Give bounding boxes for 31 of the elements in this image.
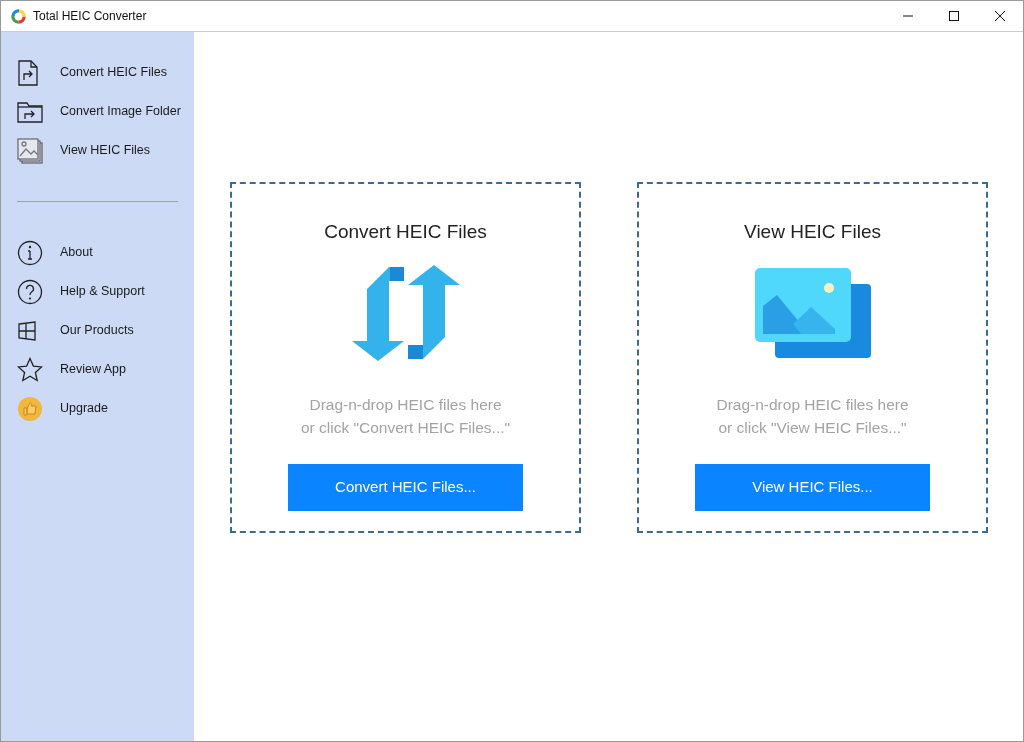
help-icon (17, 278, 43, 305)
sidebar-item[interactable]: Help & Support (1, 272, 194, 311)
drop-zone[interactable]: Convert HEIC Files Drag-n-drop HEIC files here or click "Convert HEIC Files..." Convert HEIC Files... (230, 182, 581, 533)
drop-hint: or click "View HEIC Files..." (718, 417, 907, 438)
sidebar-item[interactable]: Convert HEIC Files (1, 53, 194, 92)
drop-zone-title: View HEIC Files (744, 220, 881, 244)
app-logo-icon (11, 8, 26, 24)
drop-hint: or click "Convert HEIC Files..." (300, 417, 511, 438)
image-gallery-icon (752, 265, 873, 360)
drop-zone-title: Convert HEIC Files (324, 220, 487, 244)
file-arrow-icon (17, 59, 39, 86)
info-icon (17, 239, 43, 266)
window-title: Total HEIC Converter (33, 8, 147, 25)
drop-hint: Drag-n-drop HEIC files here (309, 394, 502, 415)
maximize-icon (949, 11, 959, 21)
open-files-button[interactable]: Convert HEIC Files... (288, 463, 523, 511)
sidebar-item[interactable]: Review App (1, 350, 194, 389)
sidebar-item[interactable]: Convert Image Folder (1, 92, 194, 131)
drop-hint: Drag-n-drop HEIC files here (716, 394, 909, 415)
sidebar-item[interactable]: Upgrade (1, 389, 194, 428)
sidebar-item[interactable]: About (1, 233, 194, 272)
thumbs-up-icon (17, 395, 43, 422)
star-icon (17, 356, 43, 383)
close-icon (995, 11, 1005, 21)
windows-grid-icon (17, 320, 37, 341)
open-files-button[interactable]: View HEIC Files... (695, 463, 930, 511)
drop-zone[interactable]: View HEIC Files Drag-n-drop HEIC files here or click "View HEIC Files..." View HEIC Files... (637, 182, 988, 533)
sidebar-item[interactable]: View HEIC Files (1, 131, 194, 170)
folder-arrow-icon (17, 100, 43, 123)
sidebar-item[interactable]: Our Products (1, 311, 194, 350)
images-icon (17, 137, 43, 164)
